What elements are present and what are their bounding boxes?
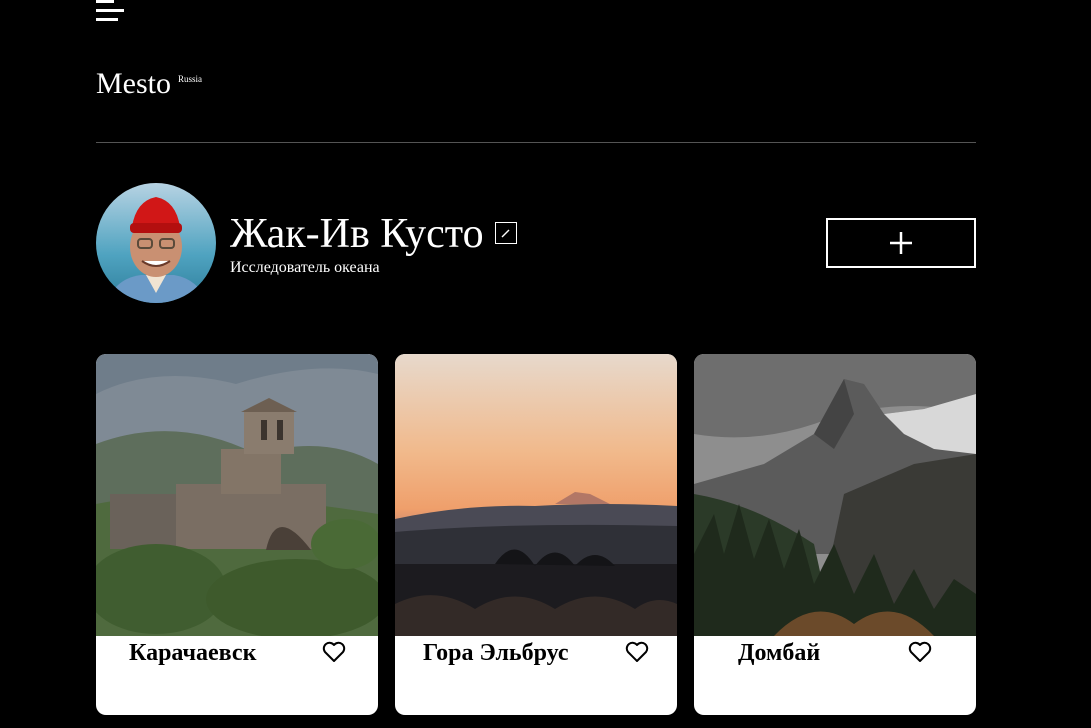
heart-outline-icon	[908, 641, 932, 662]
heart-outline-icon	[322, 641, 346, 662]
avatar[interactable]	[96, 183, 216, 303]
card-image-karachaevsk[interactable]	[96, 354, 378, 636]
like-button[interactable]	[321, 641, 347, 665]
page: Mesto Russia Жак-Ив Кусто Исследователь …	[0, 0, 1091, 728]
like-button[interactable]	[624, 641, 650, 665]
add-card-button[interactable]	[826, 218, 976, 268]
profile-name: Жак-Ив Кусто	[230, 211, 484, 257]
card-image-elbrus[interactable]	[395, 354, 677, 636]
heart-outline-icon	[625, 641, 649, 662]
like-button[interactable]	[907, 641, 933, 665]
card-title: Домбай	[738, 640, 821, 666]
place-card: Домбай	[694, 354, 976, 715]
card-title: Карачаевск	[129, 640, 257, 666]
logo-text: Mesto	[96, 67, 171, 100]
pencil-icon	[501, 229, 510, 238]
card-title: Гора Эльбрус	[423, 640, 569, 666]
logo-superscript: Russia	[178, 74, 203, 84]
place-card: Гора Эльбрус	[395, 354, 677, 715]
profile-about: Исследователь океана	[230, 259, 380, 276]
place-card: Карачаевск	[96, 354, 378, 715]
header-divider	[96, 142, 976, 143]
hamburger-menu-icon[interactable]	[96, 0, 124, 24]
logo: Mesto Russia	[96, 66, 202, 102]
edit-profile-button[interactable]	[495, 222, 517, 244]
card-image-dombai[interactable]	[694, 354, 976, 636]
plus-icon	[890, 232, 912, 254]
